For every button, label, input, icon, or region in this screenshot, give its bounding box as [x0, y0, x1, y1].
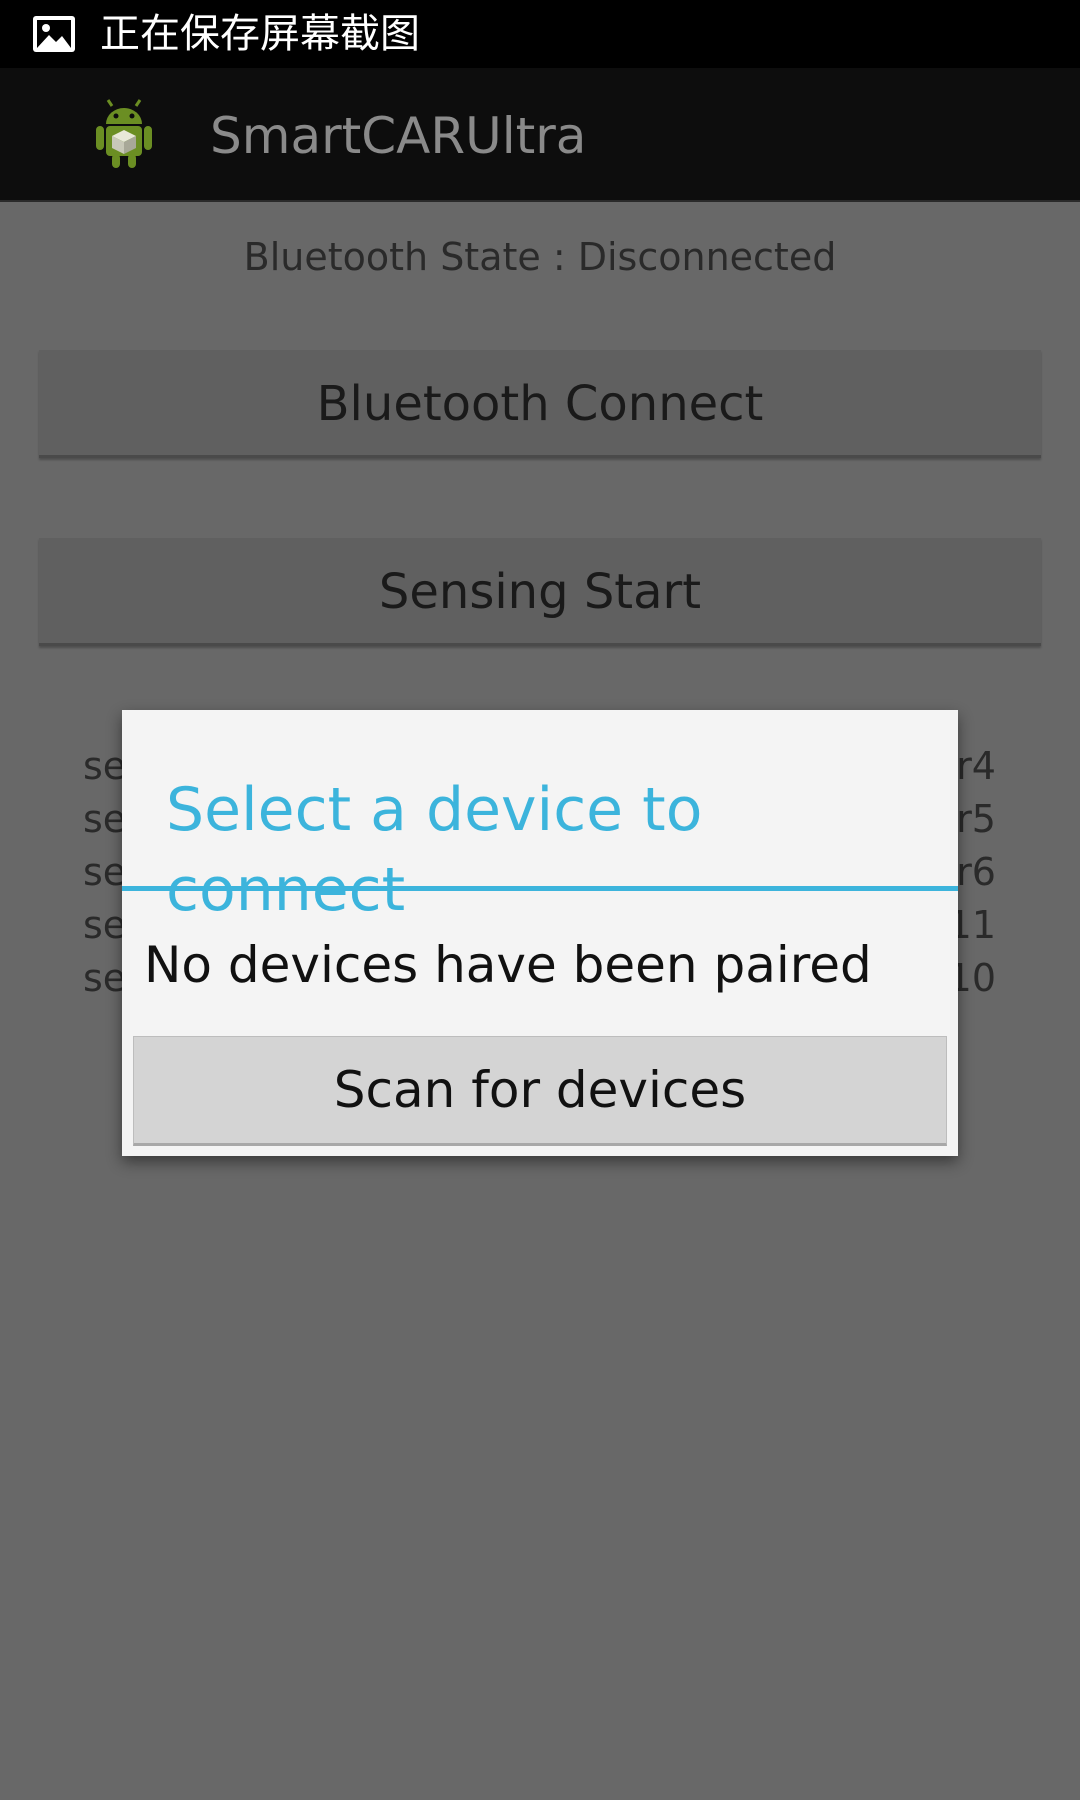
sensor-label: se [83, 850, 127, 894]
device-select-dialog: Select a device to connect No devices ha… [122, 710, 958, 1156]
android-icon [92, 98, 156, 170]
dialog-title: Select a device to connect [166, 775, 703, 925]
sensor-value: r5 [956, 797, 996, 841]
sensor-value: r4 [956, 744, 996, 788]
sensor-value: r6 [956, 850, 996, 894]
app-title: SmartCARUltra [210, 107, 587, 165]
no-paired-devices-message: No devices have been paired [144, 936, 872, 994]
status-bar: 正在保存屏幕截图 [0, 0, 1080, 68]
bluetooth-connect-button[interactable]: Bluetooth Connect [39, 350, 1041, 458]
sensor-label: se [83, 797, 127, 841]
bluetooth-state-label: Bluetooth State : Disconnected [243, 235, 837, 279]
sensor-label: se [83, 744, 127, 788]
sensor-label: se [83, 903, 127, 947]
notification-text: 正在保存屏幕截图 [100, 11, 420, 57]
image-icon [32, 15, 76, 53]
scan-for-devices-button[interactable]: Scan for devices [133, 1036, 947, 1146]
sensor-label: se [83, 956, 127, 1000]
action-bar: SmartCARUltra [0, 68, 1080, 202]
dialog-title-divider [122, 886, 958, 891]
sensing-start-button[interactable]: Sensing Start [39, 538, 1041, 646]
